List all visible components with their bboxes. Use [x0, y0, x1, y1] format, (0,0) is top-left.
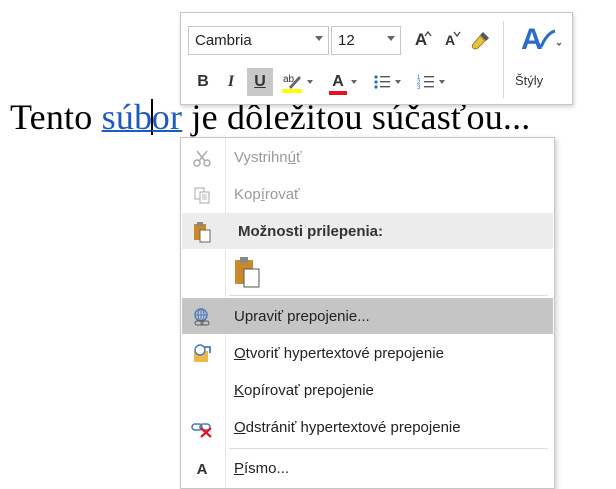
menu-item-copy[interactable]: Kopírovať — [182, 176, 553, 212]
chevron-down-icon[interactable] — [387, 36, 395, 41]
italic-button[interactable]: I — [219, 68, 243, 96]
chevron-down-icon[interactable] — [351, 80, 357, 84]
svg-text:A: A — [521, 23, 543, 56]
context-menu: Vystrihnúť Kopírovať Možnosti prilepenia… — [180, 137, 555, 489]
globe-link-icon — [191, 306, 213, 328]
bullet-list-icon — [374, 75, 390, 89]
underline-button[interactable]: U — [247, 68, 273, 96]
styles-icon: A — [521, 23, 561, 56]
format-painter-icon — [471, 32, 489, 50]
menu-item-cut[interactable]: Vystrihnúť — [182, 139, 553, 175]
menu-item-edit-hyperlink[interactable]: Upraviť prepojenie... — [182, 298, 553, 334]
menu-item-copy-hyperlink[interactable]: Kopírovať prepojenie — [182, 372, 553, 408]
menu-item-open-hyperlink[interactable]: Otvoriť hypertextové prepojenie — [182, 335, 553, 371]
format-painter-button[interactable] — [466, 26, 496, 54]
hyperlink-text[interactable]: súbor — [102, 97, 183, 137]
numbering-button[interactable]: 1 2 3 — [411, 68, 451, 96]
font-color-icon: A — [332, 73, 344, 90]
mini-toolbar: Cambria 12 A A A Štýly B I U ab A 1 2 3 — [180, 12, 573, 105]
styles-label: Štýly — [515, 73, 544, 88]
shrink-font-button[interactable]: A — [437, 26, 463, 54]
paste-options-header: Možnosti prilepenia: — [182, 213, 553, 249]
toolbar-divider — [503, 21, 504, 98]
highlighter-icon: ab — [282, 74, 302, 93]
bold-button[interactable]: B — [191, 68, 215, 96]
scissors-icon — [191, 147, 213, 169]
font-color-button[interactable]: A — [323, 68, 363, 96]
font-size-combo[interactable]: 12 — [331, 26, 401, 55]
chevron-down-icon[interactable] — [395, 80, 401, 84]
bullets-button[interactable] — [367, 68, 407, 96]
chevron-down-icon[interactable] — [315, 36, 323, 41]
menu-item-font[interactable]: A Písmo... — [182, 450, 553, 486]
chevron-down-icon[interactable] — [439, 80, 445, 84]
menu-item-remove-hyperlink[interactable]: Odstrániť hypertextové prepojenie — [182, 409, 553, 445]
font-name-value: Cambria — [195, 32, 252, 49]
paste-icon — [235, 257, 260, 288]
open-link-icon — [191, 343, 213, 365]
highlight-button[interactable]: ab — [277, 68, 317, 96]
svg-text:3: 3 — [417, 85, 421, 91]
remove-link-icon — [191, 417, 213, 439]
copy-icon — [191, 184, 213, 206]
chevron-down-icon[interactable] — [307, 80, 313, 84]
clipboard-icon — [191, 221, 213, 243]
paste-keep-source-button[interactable] — [227, 252, 267, 292]
numbered-list-icon: 1 2 3 — [417, 75, 434, 91]
font-size-value: 12 — [338, 32, 355, 49]
font-name-combo[interactable]: Cambria — [188, 26, 329, 55]
document-text-before: Tento — [10, 97, 102, 137]
grow-font-button[interactable]: A — [408, 26, 434, 54]
font-icon: A — [196, 460, 208, 478]
styles-button[interactable]: A — [511, 19, 567, 59]
